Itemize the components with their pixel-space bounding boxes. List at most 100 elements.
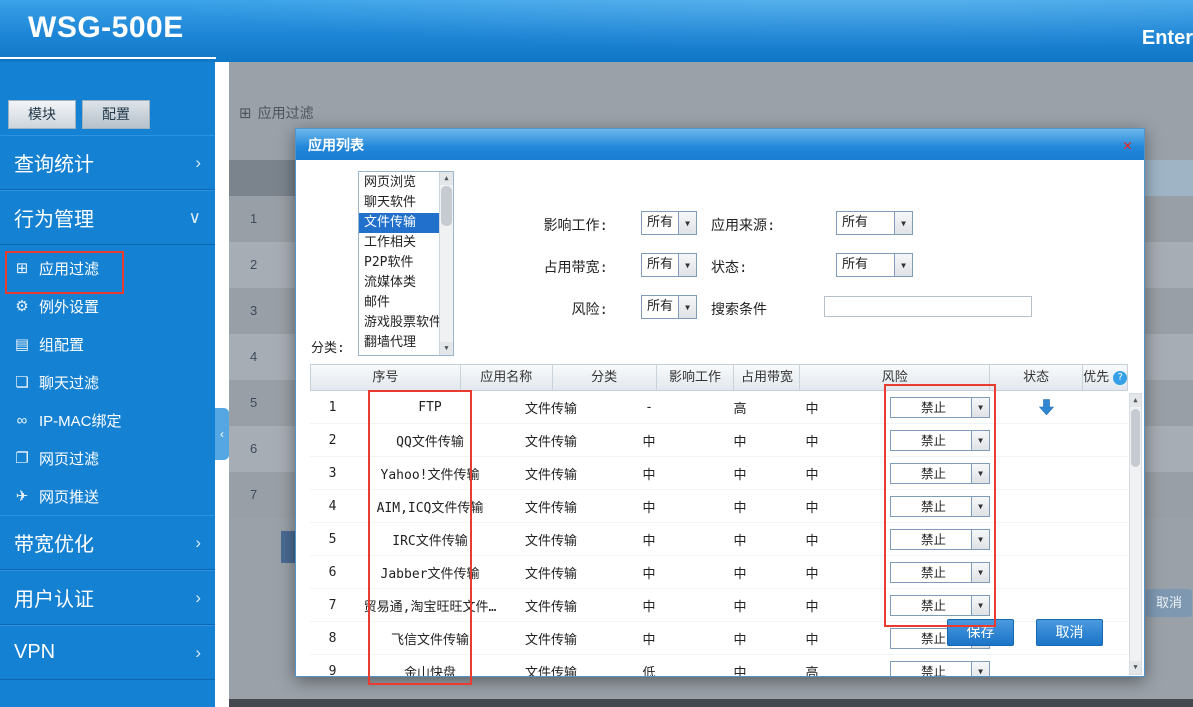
work-dropdown[interactable]: 所有 ▼	[641, 211, 697, 235]
sidebar-section[interactable]: 用户认证 ›	[0, 570, 215, 625]
cell-work: 中	[597, 530, 701, 549]
breadcrumb: ⊞ 应用过滤	[239, 103, 314, 123]
scroll-up-icon[interactable]: ▲	[1130, 394, 1141, 407]
scrollbar-thumb[interactable]	[1131, 409, 1140, 467]
chevron-down-icon[interactable]: ▼	[971, 530, 989, 549]
cell-no: 9	[310, 664, 355, 677]
cell-no: 6	[310, 565, 355, 580]
sidebar-section[interactable]: 查询统计 ›	[0, 135, 215, 190]
sidebar-sections-top: 查询统计 › 行为管理 ∨	[0, 135, 215, 245]
scroll-down-icon[interactable]: ▼	[1130, 661, 1141, 674]
chevron-down-icon[interactable]: ▼	[971, 563, 989, 582]
chevron-down-icon[interactable]: ▼	[971, 497, 989, 516]
chevron-down-icon[interactable]: ▼	[678, 296, 696, 318]
sidebar-tab[interactable]: 模块	[8, 100, 76, 129]
table-row: 5 IRC文件传输 文件传输 中 中 中 禁止 ▼	[310, 523, 1128, 556]
sidebar-tabs: 模块 配置	[0, 62, 215, 135]
listbox-scrollbar[interactable]: ▲ ▼	[439, 172, 453, 355]
category-item[interactable]: 文件传输	[359, 213, 440, 233]
chevron-down-icon[interactable]: ▼	[971, 464, 989, 483]
category-item[interactable]: 聊天软件	[359, 193, 440, 213]
app-list-dialog: 应用列表 ✕ 网页浏览 聊天软件	[295, 128, 1145, 677]
row-status-dropdown[interactable]: 禁止 ▼	[890, 562, 990, 583]
sidebar-submenu-item[interactable]: ❐ 网页过滤	[0, 439, 215, 477]
row-number: 7	[229, 487, 257, 502]
save-button[interactable]: 保存	[947, 619, 1014, 646]
scrollbar-thumb[interactable]	[441, 186, 452, 226]
sidebar-section[interactable]: 行为管理 ∨	[0, 190, 215, 245]
chevron-down-icon[interactable]: ▼	[894, 212, 912, 234]
row-status-dropdown[interactable]: 禁止 ▼	[890, 430, 990, 451]
row-status-dropdown[interactable]: 禁止 ▼	[890, 529, 990, 550]
sidebar-tab-label: 配置	[102, 106, 130, 122]
chevron-down-icon[interactable]: ▼	[894, 254, 912, 276]
row-status-dropdown[interactable]: 禁止 ▼	[890, 496, 990, 517]
table-header-label: 分类	[591, 370, 617, 385]
sidebar-submenu-item[interactable]: ⚙ 例外设置	[0, 287, 215, 325]
table-row: 7 贸易通,淘宝旺旺文件… 文件传输 中 中 中 禁止 ▼	[310, 589, 1128, 622]
category-item-label: 游戏股票软件	[364, 315, 440, 330]
work-dropdown-value: 所有	[642, 212, 678, 234]
sidebar-submenu-label: 应用过滤	[39, 258, 99, 279]
cell-bandwidth: 中	[701, 662, 779, 677]
background-cancel-button[interactable]: 取消	[1146, 589, 1192, 617]
chevron-down-icon[interactable]: ▼	[971, 398, 989, 417]
filter-label-risk: 风险:	[496, 299, 608, 319]
move-top-arrow-icon[interactable]	[1039, 399, 1054, 416]
row-status-dropdown[interactable]: 禁止 ▼	[890, 595, 990, 616]
chevron-down-icon[interactable]: ▼	[678, 212, 696, 234]
category-item[interactable]: P2P软件	[359, 253, 440, 273]
cell-category: 文件传输	[505, 563, 597, 582]
sidebar-submenu-item[interactable]: ▤ 组配置	[0, 325, 215, 363]
sidebar-section[interactable]: 带宽优化 ›	[0, 515, 215, 570]
category-item[interactable]: 流媒体类	[359, 273, 440, 293]
cell-priority	[1035, 399, 1128, 416]
sidebar-submenu-item[interactable]: ∞ IP-MAC绑定	[0, 401, 215, 439]
cell-no: 2	[310, 433, 355, 448]
grid-icon: ⊞	[12, 259, 32, 277]
category-item[interactable]: 工作相关	[359, 233, 440, 253]
sidebar-tab[interactable]: 配置	[82, 100, 150, 129]
chevron-down-icon[interactable]: ▼	[971, 596, 989, 615]
chevron-down-icon[interactable]: ▼	[971, 431, 989, 450]
category-item-label: 网页浏览	[364, 175, 416, 190]
source-dropdown[interactable]: 所有 ▼	[836, 211, 913, 235]
row-status-dropdown[interactable]: 禁止 ▼	[890, 661, 990, 677]
sidebar-submenu-item[interactable]: ⊞ 应用过滤	[0, 249, 215, 287]
category-item[interactable]: 邮件	[359, 293, 440, 313]
chat-icon: ❏	[12, 373, 32, 391]
row-number: 4	[229, 349, 257, 364]
cancel-button[interactable]: 取消	[1036, 619, 1103, 646]
chevron-down-icon[interactable]: ▼	[971, 662, 989, 677]
sidebar-collapse-handle[interactable]: ‹	[215, 408, 229, 460]
sidebar-section[interactable]: VPN ›	[0, 625, 215, 680]
status-filter-dropdown[interactable]: 所有 ▼	[836, 253, 913, 277]
search-input[interactable]	[824, 296, 1032, 317]
table-scrollbar[interactable]: ▲ ▼	[1129, 393, 1142, 675]
category-item[interactable]: 网页浏览	[359, 173, 440, 193]
cell-status: 禁止 ▼	[845, 463, 1035, 484]
row-status-dropdown[interactable]: 禁止 ▼	[890, 463, 990, 484]
row-status-dropdown[interactable]: 禁止 ▼	[890, 397, 990, 418]
cell-work: -	[597, 400, 701, 415]
header: WSG-500E Enter	[0, 0, 1193, 62]
row-status-value: 禁止	[891, 398, 971, 417]
cell-bandwidth: 中	[701, 530, 779, 549]
help-icon[interactable]: ?	[1113, 371, 1127, 385]
source-dropdown-value: 所有	[837, 212, 894, 234]
chevron-down-icon[interactable]: ▼	[678, 254, 696, 276]
cell-category: 文件传输	[505, 530, 597, 549]
scroll-up-icon[interactable]: ▲	[440, 172, 453, 185]
cell-risk: 中	[779, 629, 845, 648]
category-item[interactable]: 翻墙代理	[359, 333, 440, 353]
risk-dropdown[interactable]: 所有 ▼	[641, 295, 697, 319]
bandwidth-dropdown[interactable]: 所有 ▼	[641, 253, 697, 277]
scroll-down-icon[interactable]: ▼	[440, 342, 453, 355]
sidebar-submenu-item[interactable]: ❏ 聊天过滤	[0, 363, 215, 401]
cell-bandwidth: 中	[701, 464, 779, 483]
table-row: 9 金山快盘 文件传输 低 中 高 禁止 ▼	[310, 655, 1128, 676]
category-item[interactable]: 游戏股票软件	[359, 313, 440, 333]
close-icon[interactable]: ✕	[1123, 136, 1132, 154]
page-icon: ❐	[12, 449, 32, 467]
sidebar-submenu-item[interactable]: ✈ 网页推送	[0, 477, 215, 515]
